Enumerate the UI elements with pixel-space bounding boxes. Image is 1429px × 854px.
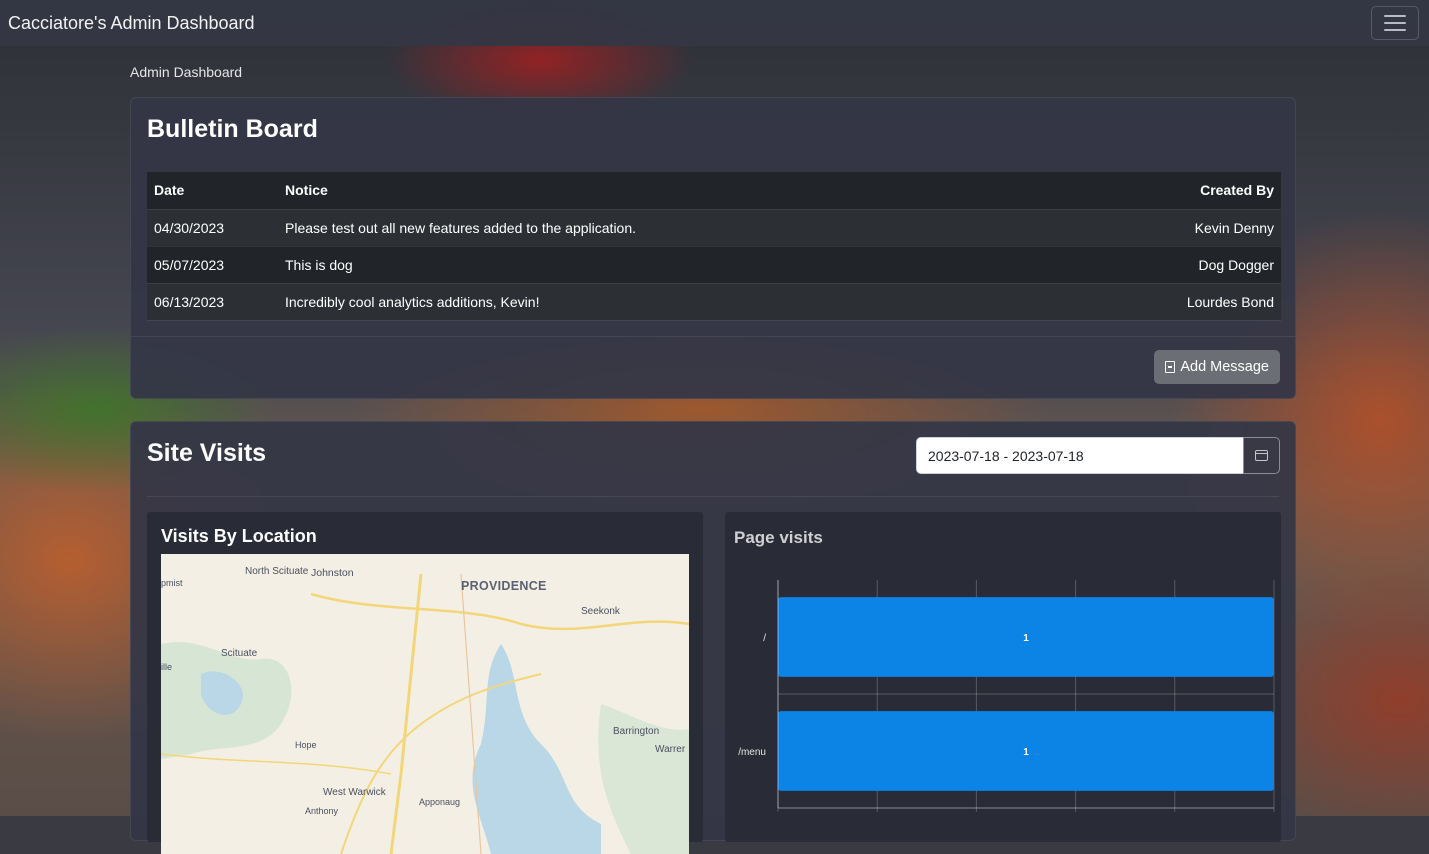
bulletin-board-card: Bulletin Board Date Notice Created By 04…	[130, 97, 1296, 399]
map-label: pmist	[161, 578, 183, 588]
add-message-label: Add Message	[1180, 359, 1269, 375]
table-row: 04/30/2023 Please test out all new featu…	[147, 209, 1281, 247]
calendar-button[interactable]	[1243, 437, 1280, 474]
cell-date: 04/30/2023	[147, 209, 278, 247]
section-divider	[147, 496, 1279, 497]
map-label: Scituate	[221, 648, 258, 659]
cell-date: 05/07/2023	[147, 246, 278, 284]
site-visits-card: Site Visits Visits By Location North Sci…	[130, 421, 1296, 854]
map-label: Anthony	[305, 806, 339, 816]
header-date: Date	[147, 172, 278, 210]
page-visits-chart: 1 / 1/menu	[738, 580, 1275, 812]
map-label: West Warwick	[323, 787, 386, 798]
file-plus-icon	[1165, 361, 1176, 373]
cell-created-by: Lourdes Bond	[1063, 283, 1281, 321]
add-message-button[interactable]: Add Message	[1154, 350, 1280, 384]
map-label: Johnston	[311, 567, 354, 579]
header-created-by: Created By	[1063, 172, 1281, 210]
cell-notice: Please test out all new features added t…	[278, 209, 1064, 247]
cell-date: 06/13/2023	[147, 283, 278, 321]
category-tick-label: /menu	[738, 747, 766, 758]
hamburger-icon-bar	[1384, 22, 1406, 24]
date-range-picker	[916, 437, 1280, 474]
visits-by-location-panel: Visits By Location North Scituate Johnst…	[147, 512, 703, 854]
site-visits-title: Site Visits	[147, 439, 267, 467]
header-notice: Notice	[278, 172, 1064, 210]
cell-notice: Incredibly cool analytics additions, Kev…	[278, 283, 1064, 321]
top-navbar: Cacciatore's Admin Dashboard	[0, 0, 1429, 46]
app-brand[interactable]: Cacciatore's Admin Dashboard	[8, 13, 255, 34]
map-label: Hope	[295, 740, 317, 750]
calendar-icon	[1255, 450, 1268, 461]
bulletin-title: Bulletin Board	[147, 115, 318, 143]
table-header-row: Date Notice Created By	[147, 172, 1281, 210]
category-tick-label: /	[763, 633, 766, 644]
map-label: PROVIDENCE	[461, 579, 547, 593]
table-row: 05/07/2023 This is dog Dog Dogger	[147, 246, 1281, 284]
date-range-input[interactable]	[916, 437, 1243, 474]
menu-toggle-button[interactable]	[1371, 6, 1419, 40]
cell-created-by: Kevin Denny	[1063, 209, 1281, 247]
hamburger-icon-bar	[1384, 29, 1406, 31]
cell-created-by: Dog Dogger	[1063, 246, 1281, 284]
location-panel-title: Visits By Location	[161, 526, 317, 546]
map-terrain	[161, 573, 689, 854]
map-label: Barrington	[613, 726, 660, 737]
map-label: Seekonk	[581, 606, 620, 617]
cell-notice: This is dog	[278, 246, 1064, 284]
map-label: North Scituate	[245, 566, 309, 577]
hamburger-icon-bar	[1384, 15, 1406, 17]
map-label: Apponaug	[419, 797, 461, 807]
card-footer-divider	[131, 336, 1295, 337]
page-visits-panel: Page visits 1/1/menu	[725, 512, 1281, 842]
table-row: 06/13/2023 Incredibly cool analytics add…	[147, 283, 1281, 321]
map-label: ille	[161, 662, 173, 672]
breadcrumb: Admin Dashboard	[130, 64, 243, 80]
location-map[interactable]: North Scituate Johnston PROVIDENCE Seeko…	[161, 554, 689, 854]
notices-table: Date Notice Created By 04/30/2023 Please…	[147, 172, 1281, 321]
bar-value-label: 1	[1023, 747, 1029, 758]
map-label: Warrer	[655, 744, 686, 755]
bar-value-label: 1	[1023, 633, 1029, 644]
